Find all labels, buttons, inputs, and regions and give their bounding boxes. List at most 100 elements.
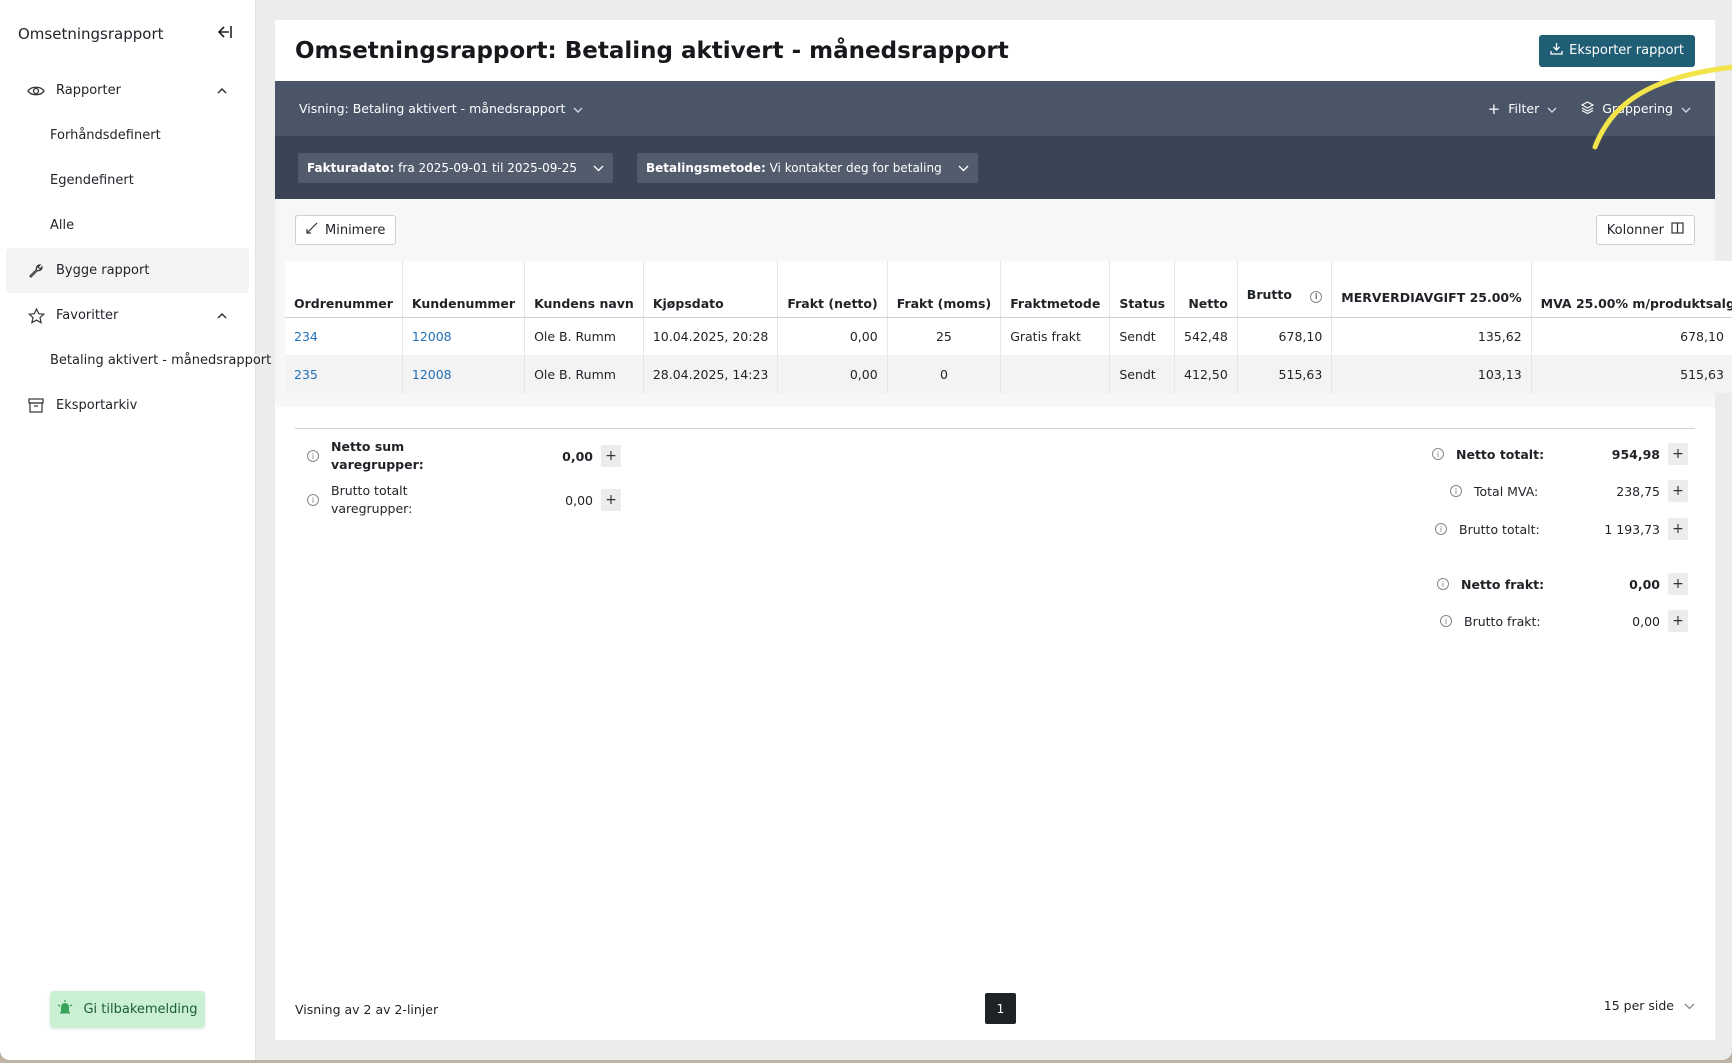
columns-icon	[1671, 222, 1684, 238]
summary-row-brutto-frakt: i Brutto frakt: 0,00 +	[1440, 610, 1692, 632]
column-header[interactable]: MERVERDIAVGIFT 25.00%	[1331, 261, 1532, 318]
sidebar-item-rapporter[interactable]: Rapporter	[6, 68, 249, 113]
expand-button[interactable]: +	[1668, 518, 1688, 540]
column-header[interactable]: Status	[1109, 261, 1175, 318]
column-header[interactable]: Frakt (netto)	[777, 261, 888, 318]
customer-number-cell[interactable]: 12008	[401, 355, 525, 393]
table-cell: 28.04.2025, 14:23	[642, 355, 778, 393]
info-icon[interactable]: i	[307, 494, 319, 506]
table-footer: Visning av 2 av 2-linjer 1 15 per side	[275, 978, 1715, 1040]
filter-chip-key: Fakturadato:	[307, 160, 395, 175]
table-toolbar: Minimere Kolonner	[275, 199, 1715, 261]
export-report-button[interactable]: Eksporter rapport	[1539, 34, 1695, 67]
minimize-button[interactable]: Minimere	[295, 215, 397, 245]
sidebar-title: Omsetningsrapport	[18, 25, 164, 43]
table-header-row: Ordrenummer Kundenummer Kundens navn Kjø…	[285, 261, 1732, 318]
info-icon[interactable]: i	[1440, 615, 1452, 627]
sidebar-item-forhandsdefinert[interactable]: Forhåndsdefinert	[0, 113, 255, 158]
view-selector[interactable]: Visning: Betaling aktivert - månedsrappo…	[299, 101, 583, 116]
column-header-brutto[interactable]: Brutto i	[1236, 261, 1332, 318]
column-header[interactable]: MVA 25.00% m/produktsalg	[1530, 261, 1732, 318]
per-page-select[interactable]: 15 per side	[1604, 998, 1695, 1013]
grouping-dropdown[interactable]: Gruppering	[1581, 100, 1691, 117]
download-icon	[1550, 42, 1563, 59]
sidebar-item-bygge-rapport[interactable]: Bygge rapport	[6, 248, 249, 293]
summary-row-netto-varegrupper: i Netto sum varegrupper: 0,00 +	[307, 438, 637, 474]
filter-chip-key: Betalingsmetode:	[645, 160, 766, 175]
column-header[interactable]: Ordrenummer	[285, 261, 403, 318]
customer-link[interactable]: 12008	[412, 367, 452, 382]
sidebar-item-eksportarkiv[interactable]: Eksportarkiv	[6, 383, 249, 428]
summary-value: 0,00	[1632, 613, 1660, 629]
order-number-cell[interactable]: 235	[285, 355, 403, 393]
collapse-sidebar-icon[interactable]	[217, 25, 233, 43]
table-cell: 412,50	[1174, 355, 1238, 393]
table-cell: 10.04.2025, 20:28	[642, 317, 778, 355]
customer-link[interactable]: 12008	[412, 329, 452, 344]
table-cell: 678,10	[1236, 317, 1332, 355]
summary-label: Total MVA:	[1474, 483, 1539, 499]
export-report-label: Eksporter rapport	[1569, 43, 1684, 58]
filter-chip-value: fra 2025-09-01 til 2025-09-25	[398, 160, 577, 175]
info-icon[interactable]: i	[1435, 523, 1447, 535]
table-cell: 25	[886, 317, 1001, 355]
view-controls: + Filter Gruppering	[1488, 100, 1691, 118]
info-icon[interactable]: i	[1437, 578, 1449, 590]
sidebar-item-label: Rapporter	[56, 83, 121, 98]
page-1-button[interactable]: 1	[985, 993, 1016, 1024]
table-cell: 103,13	[1331, 355, 1532, 393]
column-header[interactable]: Netto	[1174, 261, 1238, 318]
expand-button[interactable]: +	[601, 445, 621, 467]
summary-divider	[295, 428, 1695, 429]
sidebar-item-favoritter[interactable]: Favoritter	[6, 293, 249, 338]
order-link[interactable]: 234	[294, 329, 318, 344]
table-cell: Gratis frakt	[1000, 317, 1110, 355]
expand-button[interactable]: +	[601, 489, 621, 511]
expand-button[interactable]: +	[1668, 610, 1688, 632]
main-panel: Omsetningsrapport: Betaling aktivert - m…	[275, 20, 1732, 1040]
sidebar-header: Omsetningsrapport	[0, 0, 255, 68]
table-cell: Sendt	[1109, 317, 1175, 355]
layers-icon	[1581, 100, 1595, 117]
active-filters-bar: Fakturadato: fra 2025-09-01 til 2025-09-…	[275, 136, 1715, 199]
feedback-label: Gi tilbakemelding	[83, 1002, 198, 1017]
expand-button[interactable]: +	[1668, 443, 1688, 465]
plus-icon: +	[1487, 99, 1501, 118]
feedback-button[interactable]: Gi tilbakemelding	[50, 991, 205, 1028]
column-header[interactable]: Fraktmetode	[1000, 261, 1110, 318]
info-icon[interactable]: i	[1310, 290, 1323, 303]
filter-chip-betalingsmetode[interactable]: Betalingsmetode: Vi kontakter deg for be…	[636, 152, 978, 183]
table-cell	[1000, 355, 1110, 393]
table-cell: 515,63	[1236, 355, 1332, 393]
grouping-label: Gruppering	[1602, 101, 1673, 116]
info-icon[interactable]: i	[1450, 485, 1462, 497]
columns-label: Kolonner	[1606, 222, 1664, 238]
table-row: 234 12008 Ole B. Rumm 10.04.2025, 20:28 …	[285, 317, 1732, 355]
sidebar-item-favorite-report[interactable]: Betaling aktivert - månedsrapport	[0, 338, 271, 383]
chevron-down-icon	[958, 161, 969, 175]
info-icon[interactable]: i	[1432, 448, 1444, 460]
column-header[interactable]: Frakt (moms)	[886, 261, 1001, 318]
summary-label: Netto sum varegrupper:	[331, 439, 424, 472]
summary-row-brutto-varegrupper: i Brutto totalt varegrupper: 0,00 +	[307, 482, 637, 518]
order-number-cell[interactable]: 234	[285, 317, 403, 355]
column-header[interactable]: Kundenummer	[401, 261, 525, 318]
sidebar-item-alle[interactable]: Alle	[0, 203, 255, 248]
minimize-label: Minimere	[325, 222, 386, 238]
summary-value: 238,75	[1616, 483, 1660, 499]
column-header[interactable]: Kundens navn	[524, 261, 644, 318]
column-header[interactable]: Kjøpsdato	[642, 261, 778, 318]
expand-button[interactable]: +	[1668, 480, 1688, 502]
eye-icon	[26, 81, 46, 101]
sidebar-item-egendefinert[interactable]: Egendefinert	[0, 158, 255, 203]
sidebar: Omsetningsrapport Rapporter Forhåndsdefi…	[0, 0, 271, 1060]
filter-chip-value: Vi kontakter deg for betaling	[769, 160, 942, 175]
columns-button[interactable]: Kolonner	[1595, 215, 1695, 245]
info-icon[interactable]: i	[307, 450, 319, 462]
report-table-wrapper: Ordrenummer Kundenummer Kundens navn Kjø…	[275, 261, 1732, 407]
filter-dropdown[interactable]: + Filter	[1488, 100, 1558, 118]
filter-chip-fakturadato[interactable]: Fakturadato: fra 2025-09-01 til 2025-09-…	[298, 152, 613, 183]
customer-number-cell[interactable]: 12008	[401, 317, 525, 355]
order-link[interactable]: 235	[294, 367, 318, 382]
expand-button[interactable]: +	[1668, 573, 1688, 595]
